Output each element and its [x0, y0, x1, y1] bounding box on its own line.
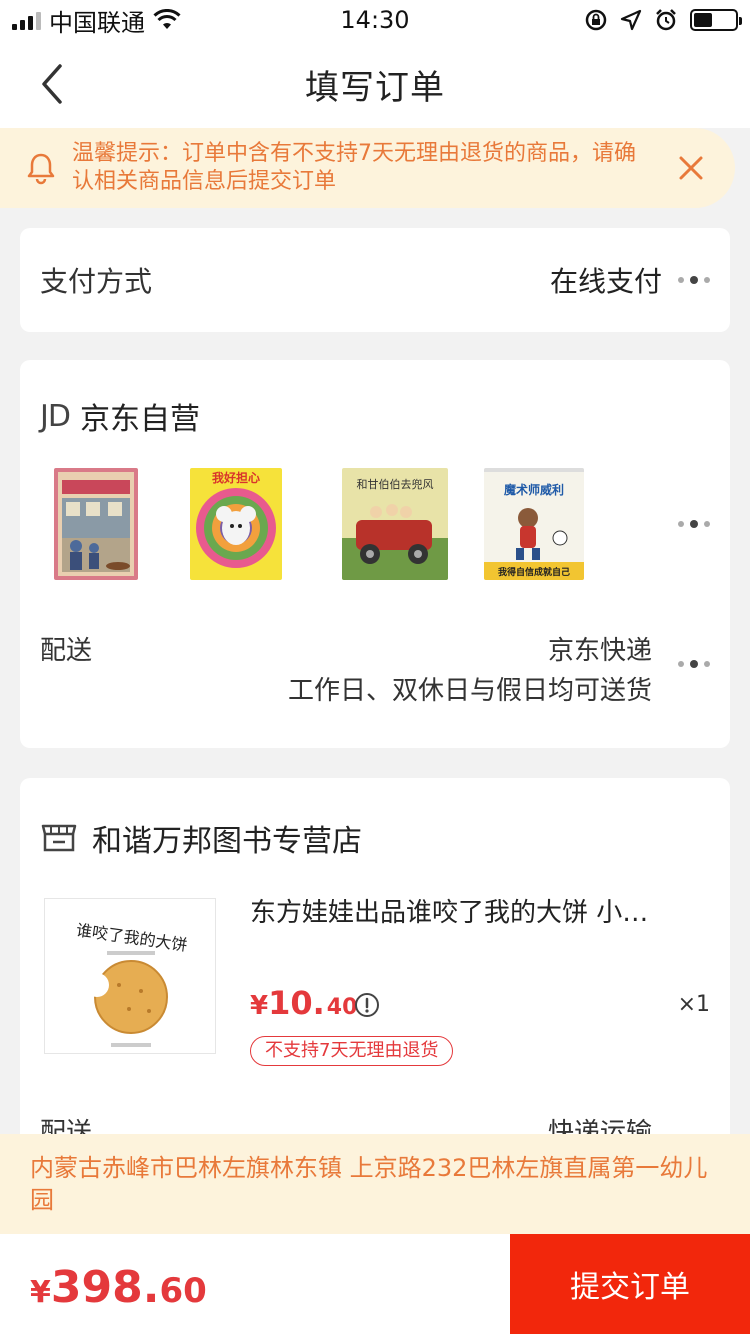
product-title[interactable]: 东方娃娃出品谁咬了我的大饼 小…	[250, 892, 690, 929]
product-quantity: ×1	[677, 992, 710, 1017]
more-icon	[678, 276, 710, 284]
no-return-badge: 不支持7天无理由退货	[250, 1036, 454, 1066]
jd-logo-icon: JD	[40, 398, 71, 434]
back-button[interactable]	[30, 62, 74, 106]
book-4-title: 魔术师威利	[504, 482, 564, 497]
book-thumbnail-4[interactable]: 魔术师威利 我得自信成就自己	[484, 468, 584, 580]
jd-shop-header: JD 京东自营	[40, 394, 200, 438]
carrier-label: 中国联通	[49, 8, 145, 37]
info-icon[interactable]	[354, 992, 380, 1018]
price-integer: 10.	[268, 984, 325, 1022]
product-price: ¥ 10. 40	[250, 984, 357, 1022]
status-left: 中国联通	[12, 3, 181, 38]
payment-method-row[interactable]: 支付方式 在线支付	[20, 228, 730, 332]
order-total: ¥ 398. 60	[30, 1262, 207, 1313]
book-2-title: 我好担心	[212, 470, 260, 485]
jd-delivery-type[interactable]: 京东快递	[548, 630, 652, 667]
store-header: 和谐万邦图书专营店	[40, 816, 362, 860]
shipping-address-bar[interactable]: 内蒙古赤峰市巴林左旗林东镇 上京路232巴林左旗直属第一幼儿园	[0, 1134, 750, 1234]
signal-icon	[12, 10, 41, 30]
price-currency: ¥	[250, 991, 269, 1021]
notice-text: 温馨提示：订单中含有不支持7天无理由退货的商品，请确认相关商品信息后提交订单	[72, 141, 636, 194]
payment-right: 在线支付	[550, 260, 710, 300]
total-currency: ¥	[30, 1275, 51, 1310]
book-thumbnail-2[interactable]: 我好担心	[190, 468, 282, 580]
payment-label: 支付方式	[40, 265, 153, 298]
book-thumbnail-3[interactable]: 和甘伯伯去兜风	[342, 468, 448, 580]
total-integer: 398.	[50, 1262, 160, 1313]
book-4-subtitle: 我得自信成就自己	[498, 566, 570, 578]
status-right	[584, 8, 742, 32]
page-title: 填写订单	[305, 67, 445, 108]
chevron-left-icon	[42, 64, 62, 104]
delivery-more-icon[interactable]	[678, 660, 710, 668]
jd-shop-name: 京东自营	[79, 402, 200, 437]
product-thumbnails[interactable]: 我好担心 和甘伯伯去兜风 魔术师威利 我得自信成就自己	[54, 468, 614, 584]
checkout-bar: ¥ 398. 60 提交订单	[0, 1234, 750, 1334]
submit-order-button[interactable]: 提交订单	[510, 1234, 750, 1334]
book-3-title: 和甘伯伯去兜风	[357, 477, 434, 491]
location-icon	[620, 9, 642, 31]
shipping-address-text: 内蒙古赤峰市巴林左旗林东镇 上京路232巴林左旗直属第一幼儿园	[30, 1154, 708, 1214]
jd-self-operated-section: JD 京东自营 我好担心 和甘伯伯去兜风 魔术师威利 我得自信成就自己 配送 京…	[20, 360, 730, 748]
nav-bar: 填写订单	[0, 40, 750, 128]
battery-icon	[690, 9, 742, 31]
jd-delivery-note[interactable]: 工作日、双休日与假日均可送货	[288, 670, 652, 707]
store-icon	[41, 824, 77, 852]
alarm-icon	[656, 9, 676, 31]
book-thumbnail-1[interactable]	[54, 468, 138, 580]
bell-icon	[27, 153, 55, 185]
notice-banner: 温馨提示：订单中含有不支持7天无理由退货的商品，请确认相关商品信息后提交订单	[0, 128, 735, 208]
rotation-lock-icon	[585, 9, 607, 31]
store-name[interactable]: 和谐万邦图书专营店	[92, 816, 362, 860]
payment-value: 在线支付	[549, 265, 662, 298]
total-decimal: 60	[159, 1271, 207, 1311]
wifi-icon	[153, 9, 181, 29]
status-bar: 中国联通 14:30	[0, 0, 750, 40]
close-icon[interactable]	[675, 152, 707, 184]
third-party-store-section: 和谐万邦图书专营店 谁咬了我的大饼 东方娃娃出品谁咬了我的大饼 小… ¥ 10.…	[20, 778, 730, 1158]
price-decimal: 40	[326, 995, 358, 1020]
product-image[interactable]: 谁咬了我的大饼	[44, 898, 216, 1054]
jd-delivery-label: 配送	[40, 636, 93, 666]
more-products-icon[interactable]	[678, 520, 710, 528]
